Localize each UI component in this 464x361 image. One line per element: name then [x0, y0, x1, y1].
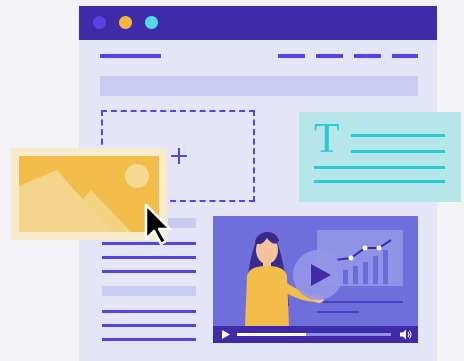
- progress-track[interactable]: [237, 333, 391, 336]
- play-small-icon[interactable]: [222, 330, 230, 339]
- plus-icon[interactable]: [170, 147, 188, 165]
- minimize-dot-icon[interactable]: [119, 16, 132, 29]
- header-strip: [100, 76, 418, 96]
- landscape-image: [19, 156, 159, 232]
- maximize-dot-icon[interactable]: [145, 16, 158, 29]
- play-icon: [311, 264, 331, 286]
- nav-item-2[interactable]: [316, 54, 343, 58]
- text-line: [102, 270, 196, 273]
- arrow-cursor-icon: [144, 203, 172, 246]
- text-card-line: [314, 166, 445, 169]
- nav-item-4[interactable]: [392, 54, 418, 58]
- text-block-heading: [102, 286, 196, 296]
- nav-item-1[interactable]: [278, 54, 305, 58]
- logo-placeholder: [100, 54, 161, 58]
- text-line: [102, 310, 196, 313]
- text-glyph: T: [314, 116, 340, 162]
- text-block-heading: [168, 218, 196, 228]
- progress-fill: [237, 333, 307, 336]
- text-card[interactable]: T: [299, 112, 461, 202]
- video-player[interactable]: [213, 216, 418, 343]
- text-card-line: [351, 150, 445, 153]
- text-line: [102, 338, 196, 341]
- text-card-line: [314, 180, 445, 183]
- video-controls: [213, 326, 418, 343]
- text-card-line: [351, 134, 445, 137]
- text-line: [102, 256, 196, 259]
- text-line: [102, 324, 196, 327]
- play-button[interactable]: [293, 250, 343, 300]
- close-dot-icon[interactable]: [93, 16, 106, 29]
- nav-item-3[interactable]: [354, 54, 381, 58]
- volume-icon[interactable]: [400, 329, 412, 340]
- window-titlebar: [79, 6, 437, 40]
